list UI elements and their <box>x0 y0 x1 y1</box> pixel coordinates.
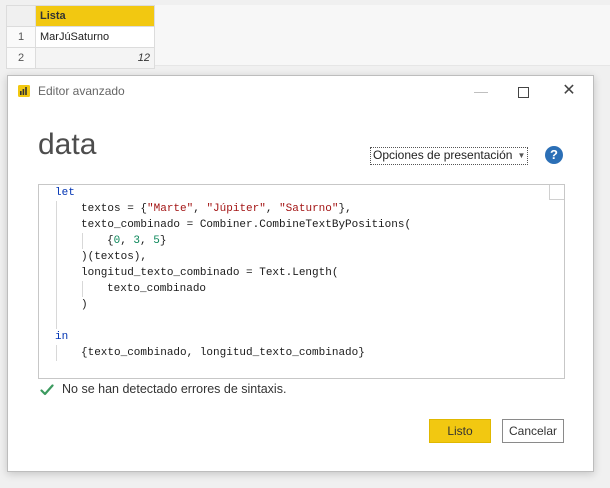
chevron-down-icon: ▼ <box>517 151 526 161</box>
data-preview-table: Lista 1 MarJúSaturno 2 12 <box>6 5 155 69</box>
code-line: textos = {"Marte", "Júpiter", "Saturno"}… <box>81 201 352 217</box>
keyword-let: let <box>55 187 75 199</box>
code-text: ) <box>81 299 88 311</box>
code-text: { <box>107 235 114 247</box>
table-cell[interactable]: 12 <box>35 47 155 69</box>
code-text: , <box>120 235 134 247</box>
code-text: , <box>265 203 280 215</box>
code-text: texto_combinado <box>107 283 207 295</box>
code-string: "Júpiter" <box>206 203 266 215</box>
table-row[interactable]: 1 MarJúSaturno <box>6 26 155 48</box>
cancel-button[interactable]: Cancelar <box>502 419 564 443</box>
table-cell[interactable]: MarJúSaturno <box>35 26 155 48</box>
code-line: longitud_texto_combinado = Text.Length( <box>81 265 338 281</box>
help-icon[interactable]: ? <box>545 146 563 164</box>
code-text: }, <box>338 203 352 215</box>
query-name: data <box>38 128 97 161</box>
column-header-lista[interactable]: Lista <box>35 5 155 27</box>
indent-guide <box>82 281 83 297</box>
indent-guide <box>56 345 57 361</box>
dialog-title: Editor avanzado <box>38 84 125 98</box>
keyword-in: in <box>55 331 69 343</box>
scroll-corner <box>549 185 564 200</box>
code-line: {texto_combinado, longitud_texto_combina… <box>81 345 365 361</box>
close-button[interactable]: ✕ <box>558 80 580 102</box>
title-bar[interactable]: Editor avanzado — ✕ <box>8 76 593 106</box>
code-text: } <box>159 235 167 247</box>
code-line: {0, 3, 5} <box>107 233 166 249</box>
table-row[interactable]: 2 12 <box>6 47 155 69</box>
advanced-editor-dialog: Editor avanzado — ✕ data Opciones de pre… <box>7 75 594 472</box>
code-text: , <box>140 235 154 247</box>
code-editor[interactable]: let textos = {"Marte", "Júpiter", "Satur… <box>38 184 565 379</box>
code-number: 5 <box>153 235 160 247</box>
table-corner <box>6 5 36 27</box>
indent-guide <box>56 201 57 329</box>
syntax-status-text: No se han detectado errores de sintaxis. <box>62 382 287 396</box>
code-text: texto_combinado = Combiner.CombineTextBy… <box>81 219 412 231</box>
done-button[interactable]: Listo <box>429 419 491 443</box>
power-bi-icon <box>18 85 30 97</box>
code-line: texto_combinado <box>107 281 206 297</box>
code-line: texto_combinado = Combiner.CombineTextBy… <box>81 217 411 233</box>
code-line: let <box>55 185 75 201</box>
row-number: 1 <box>6 26 36 48</box>
indent-guide <box>82 233 83 249</box>
display-options-dropdown[interactable]: Opciones de presentación ▼ <box>370 147 529 165</box>
data-preview-area <box>154 5 610 66</box>
maximize-button[interactable] <box>512 80 534 102</box>
code-text: longitud_texto_combinado = Text.Length( <box>81 267 339 279</box>
minimize-button[interactable]: — <box>470 80 492 102</box>
syntax-status: No se han detectado errores de sintaxis. <box>40 382 286 397</box>
code-text: {texto_combinado, longitud_texto_combina… <box>81 347 365 359</box>
check-icon <box>40 384 54 395</box>
code-line: )(textos), <box>81 249 147 265</box>
row-number: 2 <box>6 47 36 69</box>
code-line: in <box>55 329 68 345</box>
close-icon: ✕ <box>562 82 576 99</box>
table-header-row: Lista <box>6 5 155 27</box>
code-text: , <box>193 203 207 215</box>
code-line: ) <box>81 297 88 313</box>
maximize-icon <box>517 86 529 98</box>
code-text: )(textos), <box>81 251 148 263</box>
code-text: textos = { <box>81 203 148 215</box>
code-string: "Marte" <box>147 203 194 215</box>
display-options-label: Opciones de presentación <box>373 148 513 162</box>
code-string: "Saturno" <box>279 203 339 215</box>
